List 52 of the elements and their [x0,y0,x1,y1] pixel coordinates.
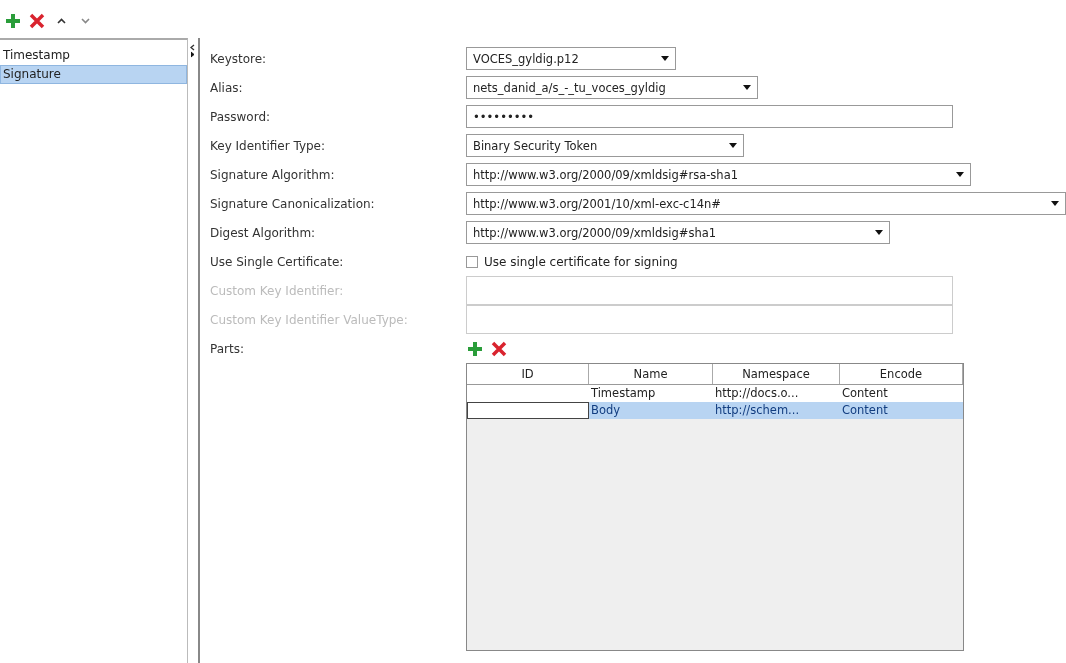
dropdown[interactable]: VOCES_gyldig.p12 [466,47,676,70]
field-label: Signature Algorithm: [210,166,336,184]
chevron-up-icon [56,18,66,24]
dropdown[interactable]: http://www.w3.org/2001/10/xml-exc-c14n# [466,192,1066,215]
close-icon [491,340,507,357]
table-row[interactable]: Body http://schem... Content [467,402,963,419]
add-button[interactable] [4,12,22,30]
field-label: Custom Key Identifier: [210,282,345,300]
table-cell-text: Content [841,385,889,402]
table-cell-text: Body [590,402,622,419]
remove-button[interactable] [490,339,508,358]
collapse-expand-icon[interactable] [189,44,197,58]
add-button[interactable] [466,339,484,358]
dropdown[interactable]: http://www.w3.org/2000/09/xmldsig#sha1 [466,221,890,244]
field-label: Use Single Certificate: [210,253,345,271]
field-label: Keystore: [210,50,268,68]
plus-icon [467,340,483,357]
dropdown-caret-icon [729,143,737,148]
table-cell-text: http://docs.o... [714,385,800,402]
field-label: Password: [210,108,272,126]
dropdown-caret-icon [743,85,751,90]
cell-editor[interactable] [467,402,589,419]
dropdown-caret-icon [1051,201,1059,206]
table-cell-text: Timestamp [590,385,657,402]
chevron-down-icon [80,18,90,24]
dropdown[interactable]: nets_danid_a/s_-_tu_voces_gyldig [466,76,758,99]
column-header[interactable]: Namespace [713,364,840,384]
column-header[interactable]: Name [589,364,713,384]
column-header[interactable]: Encode [840,364,963,384]
field-label: Alias: [210,79,244,97]
dropdown-caret-icon [956,172,964,177]
dropdown[interactable]: http://www.w3.org/2000/09/xmldsig#rsa-sha1 [466,163,971,186]
dropdown[interactable]: Binary Security Token [466,134,744,157]
field-label: Digest Algorithm: [210,224,317,242]
text-field[interactable]: ••••••••• [466,105,953,128]
table-row[interactable]: Timestamp http://docs.o... Content [467,385,963,402]
sidebar-item[interactable]: Signature [0,65,187,84]
dropdown-caret-icon [661,56,669,61]
table-cell-text: http://schem... [714,402,801,419]
sidebar-item[interactable]: Timestamp [0,46,187,65]
field-label: Parts: [210,340,245,358]
dropdown-caret-icon [875,230,883,235]
remove-button[interactable] [28,12,46,30]
field-label: Custom Key Identifier ValueType: [210,311,409,329]
close-icon [29,13,45,29]
field-label: Key Identifier Type: [210,137,327,155]
checkbox[interactable] [466,255,478,268]
table-cell-text: Content [841,402,889,419]
plus-icon [5,13,21,29]
field-label: Signature Canonicalization: [210,195,376,213]
checkbox-label: Use single certificate for signing [484,254,678,269]
column-header[interactable]: ID [467,364,589,384]
